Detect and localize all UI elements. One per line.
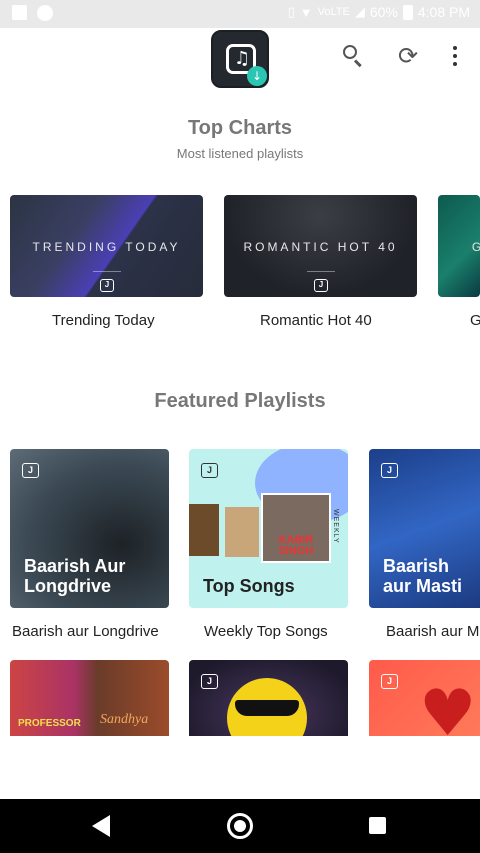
album-art-kabir-singh: KABIR SINGH [261,493,331,563]
chart-card-romantic-hot-40[interactable]: ROMANTIC HOT 40 J [224,195,417,297]
playlist-label[interactable]: Baarish aur Longdrive [12,623,159,640]
sunglasses-emoji-icon [227,678,307,736]
battery-percent: 60% [369,4,398,20]
heart-icon: ♥ [419,677,477,736]
playlist-card-emoji[interactable]: J [189,660,348,736]
chart-card-trending-today[interactable]: TRENDING TODAY J [10,195,203,297]
album-art [225,507,259,557]
chart-card-partial[interactable]: G [438,195,480,297]
search-button[interactable] [339,42,367,70]
jio-badge-icon: J [314,279,328,292]
more-options-button[interactable] [441,42,469,70]
battery-icon [402,4,413,20]
image-notification-icon [12,5,27,20]
app-logo[interactable]: ♫ ↓ [211,30,269,88]
jio-badge-icon: J [100,279,114,292]
back-icon[interactable] [92,815,110,837]
playlist-overlay-title: Top Songs [203,576,295,596]
app-header: ♫ ↓ ⟳ [0,28,480,90]
navigation-bar [0,799,480,853]
jio-badge-icon: J [201,674,218,689]
chart-card-text: TRENDING TODAY [32,240,181,254]
playlist-card-heart[interactable]: J ♥ [369,660,480,736]
poster-text: PROFESSOR [18,718,81,729]
jio-badge-icon: J [381,674,398,689]
top-charts-subtitle: Most listened playlists [176,146,304,161]
top-charts-title: Top Charts [187,117,293,139]
jio-badge-icon: J [201,463,218,478]
playlist-overlay-title: Baarish Aur Longdrive [24,556,126,596]
vibrate-icon: ▯ [287,4,295,19]
album-art [189,504,219,556]
more-vert-icon [453,46,457,50]
playlist-label[interactable]: Baarish aur M [386,623,479,640]
status-bar: ▯ ▼ VoLTE ◢ 60% 4:08 PM [0,0,480,28]
app-notification-icon [37,5,53,21]
weekly-side-text: WEEKLY [332,509,339,544]
sync-button[interactable]: ⟳ [394,42,422,70]
playlist-label[interactable]: Weekly Top Songs [204,623,328,640]
search-icon [343,45,357,59]
volte-label: VoLTE [317,6,350,18]
playlist-card-weekly-top-songs[interactable]: J KABIR SINGH WEEKLY Top Songs [189,449,348,608]
chart-label[interactable]: Romantic Hot 40 [260,312,372,329]
playlist-card-baarish-longdrive[interactable]: J Baarish Aur Longdrive [10,449,169,608]
clock: 4:08 PM [417,4,470,20]
poster-text: Sandhya [100,712,149,727]
chart-card-text: G [471,240,480,254]
download-icon: ↓ [247,66,267,86]
home-icon[interactable] [227,813,253,839]
playlist-card-retro[interactable]: PROFESSOR Sandhya [10,660,169,736]
signal-icon: ◢ [354,4,365,19]
playlist-card-baarish-masti[interactable]: J Baarish aur Masti [369,449,480,608]
sync-icon: ⟳ [397,42,419,70]
jio-badge-icon: J [22,463,39,478]
jio-badge-icon: J [381,463,398,478]
chart-label[interactable]: Trending Today [52,312,155,329]
chart-label[interactable]: G [470,312,480,329]
chart-card-text: ROMANTIC HOT 40 [243,240,398,254]
featured-playlists-title: Featured Playlists [154,390,326,412]
playlist-overlay-title: Baarish aur Masti [383,556,463,596]
wifi-icon: ▼ [299,4,313,20]
recents-icon[interactable] [369,817,386,834]
